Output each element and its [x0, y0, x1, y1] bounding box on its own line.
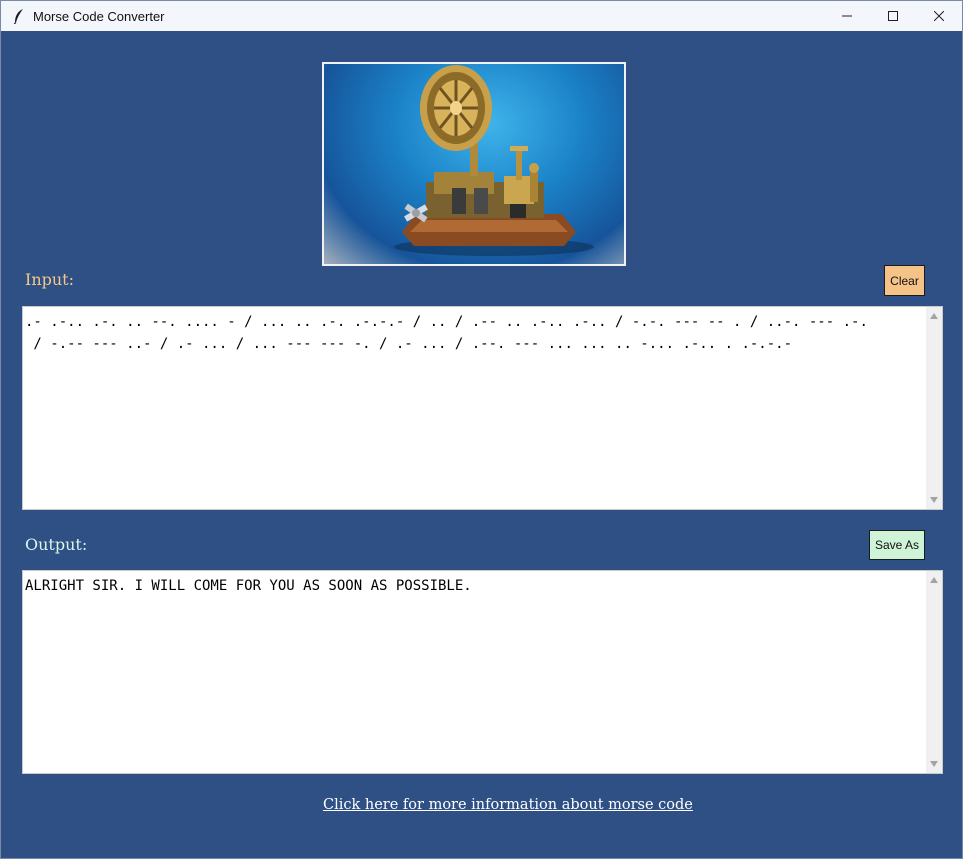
input-scrollbar[interactable] — [926, 307, 942, 509]
scroll-up-icon[interactable] — [926, 309, 942, 323]
window-controls — [824, 1, 962, 31]
scroll-down-icon[interactable] — [926, 493, 942, 507]
maximize-icon[interactable] — [870, 1, 916, 31]
output-label: Output: — [25, 535, 88, 554]
scroll-down-icon[interactable] — [926, 757, 942, 771]
clear-button[interactable]: Clear — [884, 265, 925, 296]
telegraph-machine-image — [322, 62, 626, 266]
save-as-button[interactable]: Save As — [869, 530, 925, 560]
minimize-icon[interactable] — [824, 1, 870, 31]
output-textarea[interactable]: ALRIGHT SIR. I WILL COME FOR YOU AS SOON… — [22, 570, 943, 774]
window-title: Morse Code Converter — [33, 8, 165, 24]
main-window: Morse Code Converter Input: Clear .- .-.… — [0, 0, 963, 859]
input-textarea[interactable]: .- .-.. .-. .. --. .... - / ... .. .-. .… — [22, 306, 943, 510]
scroll-up-icon[interactable] — [926, 573, 942, 587]
input-label: Input: — [25, 270, 74, 289]
output-text: ALRIGHT SIR. I WILL COME FOR YOU AS SOON… — [25, 578, 472, 594]
close-icon[interactable] — [916, 1, 962, 31]
morse-info-link[interactable]: Click here for more information about mo… — [323, 797, 693, 813]
input-text: .- .-.. .-. .. --. .... - / ... .. .-. .… — [25, 314, 868, 352]
feather-icon — [9, 1, 29, 31]
output-scrollbar[interactable] — [926, 571, 942, 773]
title-bar[interactable]: Morse Code Converter — [1, 1, 962, 31]
